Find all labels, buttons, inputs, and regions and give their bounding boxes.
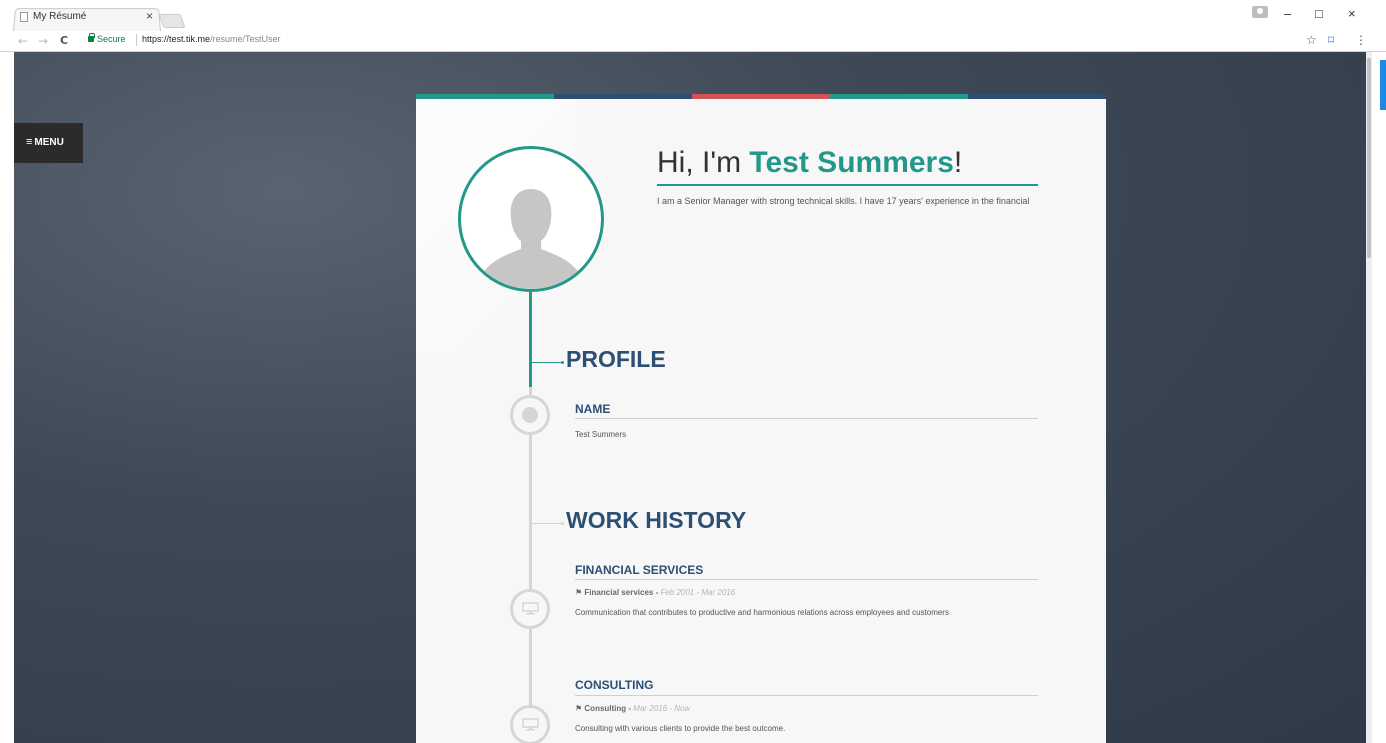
timeline-branch	[532, 362, 562, 363]
work-item-underline	[575, 695, 1038, 696]
monitor-icon	[522, 602, 539, 615]
timeline-branch	[532, 523, 562, 524]
node-dot	[522, 407, 538, 423]
color-stripe	[830, 94, 968, 99]
work-item-title: FINANCIAL SERVICES	[575, 563, 704, 577]
color-stripe	[692, 94, 830, 99]
work-item-meta: ⚑ Consulting - Mar 2016 - Now	[575, 704, 690, 713]
address-bar[interactable]: Secure https://test.tik.me/resume/TestUs…	[80, 32, 1320, 50]
timeline-line-active	[529, 292, 532, 387]
browser-toolbar: ← → C Secure https://test.tik.me/resume/…	[0, 31, 1386, 52]
intro-text: I am a Senior Manager with strong techni…	[657, 196, 1030, 206]
omnibox-divider	[136, 34, 137, 46]
timeline-branch-dot	[561, 522, 564, 525]
work-item-underline	[575, 579, 1038, 580]
timeline-line	[529, 387, 532, 743]
tab-close-icon[interactable]: ×	[146, 9, 153, 23]
hero-name: Test Summers	[749, 146, 954, 179]
window-edge-accent	[1380, 60, 1386, 110]
scrollbar-thumb[interactable]	[1367, 58, 1371, 258]
work-item-description: Communication that contributes to produc…	[575, 608, 949, 617]
work-item-meta: ⚑ Financial services - Feb 2001 - Mar 20…	[575, 588, 735, 597]
work-item-company: Consulting	[584, 704, 627, 713]
bookmark-star-icon[interactable]: ☆	[1306, 33, 1317, 47]
field-label-name: NAME	[575, 402, 611, 416]
greeting-exclaim: !	[953, 146, 963, 179]
page-icon	[20, 12, 28, 22]
flag-icon: ⚑	[575, 588, 583, 597]
color-stripe	[554, 94, 692, 99]
timeline-branch-dot	[561, 361, 564, 364]
work-item-company: Financial services	[584, 588, 654, 597]
window-edge	[1372, 52, 1386, 743]
greeting-text: Hi, I'm	[657, 146, 750, 179]
section-title-profile: PROFILE	[566, 346, 666, 372]
work-item-dates: Feb 2001 - Mar 2016	[660, 588, 736, 597]
url-text[interactable]: https://test.tik.me/resume/TestUser	[142, 34, 281, 44]
reload-icon[interactable]: C	[60, 34, 68, 47]
person-silhouette-icon	[483, 189, 579, 289]
secure-label: Secure	[97, 34, 126, 44]
timeline-node	[510, 705, 550, 743]
close-window-icon[interactable]: ×	[1348, 6, 1356, 21]
tab-title: My Résumé	[33, 11, 87, 22]
forward-icon[interactable]: →	[38, 34, 48, 48]
maximize-icon[interactable]: □	[1315, 6, 1323, 21]
field-underline	[575, 418, 1038, 419]
color-stripe	[968, 94, 1106, 99]
new-tab-button[interactable]	[158, 14, 186, 28]
minimize-icon[interactable]: –	[1284, 6, 1291, 21]
hamburger-icon: ≡	[26, 136, 33, 148]
menu-label: MENU	[34, 137, 64, 148]
color-stripe	[416, 94, 554, 99]
resume-card: Hi, I'm Test Summers! I am a Senior Mana…	[416, 94, 1106, 743]
lock-icon	[88, 33, 95, 42]
tab-strip: My Résumé × – □ ×	[0, 0, 1386, 32]
field-value-name: Test Summers	[575, 430, 627, 439]
chrome-menu-icon[interactable]: ⋮	[1355, 33, 1367, 47]
back-icon[interactable]: ←	[18, 34, 28, 48]
section-title-work-history: WORK HISTORY	[566, 507, 747, 533]
menu-button[interactable]: ≡ MENU	[14, 123, 83, 163]
extension-icon[interactable]: ⌑	[1328, 33, 1334, 47]
monitor-icon	[522, 718, 539, 731]
heading-underline	[657, 184, 1038, 186]
avatar	[458, 146, 604, 292]
work-item-description: Consulting with various clients to provi…	[575, 724, 786, 733]
work-item-dates: Mar 2016 - Now	[633, 704, 691, 713]
timeline-node	[510, 395, 550, 435]
greeting-heading: Hi, I'm Test Summers!	[657, 146, 962, 180]
url-path: /resume/TestUser	[210, 34, 281, 44]
profile-icon[interactable]	[1252, 6, 1268, 18]
flag-icon: ⚑	[575, 704, 583, 713]
work-item-title: CONSULTING	[575, 678, 654, 692]
timeline-node	[510, 589, 550, 629]
url-host: https://test.tik.me	[142, 34, 211, 44]
